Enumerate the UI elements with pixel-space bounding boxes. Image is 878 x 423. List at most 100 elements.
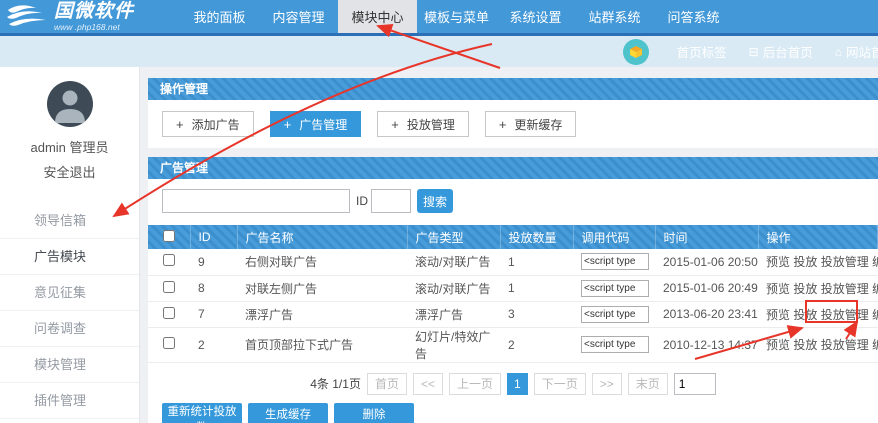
add-ad-button[interactable]: + 添加广告 bbox=[162, 111, 254, 137]
edit-link[interactable]: 编辑 bbox=[872, 282, 878, 296]
brand[interactable]: 国微软件 www .php168.net bbox=[0, 0, 180, 33]
col-header-ops: 操作 bbox=[758, 225, 878, 249]
sidebar-menu: 领导信箱 广告模块 意见征集 问卷调查 模块管理 插件管理 在线访谈 bbox=[0, 203, 139, 423]
placement-manage-link[interactable]: 投放管理 bbox=[821, 255, 869, 269]
next-page-button[interactable]: 下一页 bbox=[534, 373, 586, 395]
cube-icon[interactable] bbox=[623, 39, 649, 65]
placement-manage-button[interactable]: + 投放管理 bbox=[377, 111, 469, 137]
nav-item-dashboard[interactable]: 我的面板 bbox=[180, 0, 259, 33]
ads-table: ID 广告名称 广告类型 投放数量 调用代码 时间 操作 9 右侧对联广告 滚 bbox=[148, 225, 878, 363]
admin-home-label: 后台首页 bbox=[763, 42, 813, 61]
nav-item-settings[interactable]: 系统设置 bbox=[496, 0, 575, 33]
sidebar-item-plugin-mgmt[interactable]: 插件管理 bbox=[0, 383, 139, 419]
sidebar-item-module-mgmt[interactable]: 模块管理 bbox=[0, 347, 139, 383]
placement-manage-link[interactable]: 投放管理 bbox=[821, 338, 869, 352]
preview-link[interactable]: 预览 bbox=[766, 282, 790, 296]
page-number-input[interactable] bbox=[674, 373, 716, 395]
embed-code-box[interactable] bbox=[581, 336, 649, 353]
id-label: ID bbox=[356, 194, 368, 208]
place-link[interactable]: 投放 bbox=[793, 255, 817, 269]
preview-link[interactable]: 预览 bbox=[766, 255, 790, 269]
ads-panel-title: 广告管理 bbox=[148, 157, 878, 179]
sub-bar: 首页标签 ⊟ 后台首页 ⌂ 网站首页 bbox=[0, 36, 878, 67]
edit-link[interactable]: 编辑 bbox=[872, 338, 878, 352]
row-checkbox[interactable] bbox=[163, 337, 175, 349]
pagination-summary: 4条 1/1页 bbox=[310, 375, 361, 392]
brand-name: 国微软件 bbox=[54, 2, 134, 21]
home-icon: ⌂ bbox=[835, 46, 842, 58]
main-content: 操作管理 + 添加广告 + 广告管理 + 投放管理 + 更新缓存 bbox=[148, 67, 878, 423]
wave-logo-icon bbox=[6, 4, 50, 30]
preview-link[interactable]: 预览 bbox=[766, 308, 790, 322]
sidebar-item-survey[interactable]: 问卷调查 bbox=[0, 311, 139, 347]
col-header-type: 广告类型 bbox=[407, 225, 500, 249]
plus-icon: + bbox=[499, 117, 507, 132]
keyword-input[interactable] bbox=[162, 189, 350, 213]
footer-buttons: 重新统计投放数 生成缓存 删除 bbox=[148, 403, 878, 423]
site-home-label: 网站首页 bbox=[846, 42, 878, 61]
row-checkbox[interactable] bbox=[163, 307, 175, 319]
logout-link[interactable]: 安全退出 bbox=[0, 162, 139, 181]
search-row: ID 搜索 bbox=[148, 179, 878, 213]
preview-link[interactable]: 预览 bbox=[766, 338, 790, 352]
sidebar-item-opinion[interactable]: 意见征集 bbox=[0, 275, 139, 311]
nav-item-content[interactable]: 内容管理 bbox=[259, 0, 338, 33]
avatar bbox=[47, 81, 93, 127]
fast-next-button[interactable]: >> bbox=[592, 373, 622, 395]
place-link[interactable]: 投放 bbox=[793, 308, 817, 322]
sidebar-item-leader-mailbox[interactable]: 领导信箱 bbox=[0, 203, 139, 239]
top-navbar: 国微软件 www .php168.net 我的面板 内容管理 模块中心 模板与菜… bbox=[0, 0, 878, 33]
col-header-name: 广告名称 bbox=[237, 225, 407, 249]
embed-code-box[interactable] bbox=[581, 253, 649, 270]
sidebar-item-online-interview[interactable]: 在线访谈 bbox=[0, 419, 139, 423]
homepage-tags-label: 首页标签 bbox=[677, 42, 727, 61]
table-row: 8 对联左侧广告 滚动/对联广告 1 2015-01-06 20:49 预览 投… bbox=[148, 275, 878, 301]
place-link[interactable]: 投放 bbox=[793, 282, 817, 296]
prev-page-button[interactable]: 上一页 bbox=[449, 373, 501, 395]
select-all-checkbox[interactable] bbox=[163, 230, 175, 242]
nav-item-templates[interactable]: 模板与菜单 bbox=[417, 0, 496, 33]
edit-link[interactable]: 编辑 bbox=[872, 255, 878, 269]
admin-page: 国微软件 www .php168.net 我的面板 内容管理 模块中心 模板与菜… bbox=[0, 0, 878, 423]
pagination: 4条 1/1页 首页 << 上一页 1 下一页 >> 末页 bbox=[148, 373, 878, 395]
table-row: 2 首页顶部拉下式广告 幻灯片/特效广告 2 2010-12-13 14:37 … bbox=[148, 327, 878, 362]
place-link[interactable]: 投放 bbox=[793, 338, 817, 352]
link-admin-home[interactable]: ⊟ 后台首页 bbox=[749, 42, 813, 61]
current-page-button[interactable]: 1 bbox=[507, 373, 528, 395]
col-header-id: ID bbox=[190, 225, 237, 249]
placement-manage-link[interactable]: 投放管理 bbox=[821, 282, 869, 296]
generate-cache-button[interactable]: 生成缓存 bbox=[248, 403, 328, 423]
first-page-button[interactable]: 首页 bbox=[367, 373, 407, 395]
actions-panel-title: 操作管理 bbox=[148, 78, 878, 100]
actions-panel: 操作管理 + 添加广告 + 广告管理 + 投放管理 + 更新缓存 bbox=[148, 78, 878, 148]
link-homepage-tags[interactable]: 首页标签 bbox=[677, 42, 727, 61]
row-checkbox[interactable] bbox=[163, 254, 175, 266]
nav-item-qa[interactable]: 问答系统 bbox=[654, 0, 733, 33]
ad-manage-button[interactable]: + 广告管理 bbox=[270, 111, 362, 137]
nav-menu: 我的面板 内容管理 模块中心 模板与菜单 系统设置 站群系统 问答系统 bbox=[180, 0, 733, 33]
edit-link[interactable]: 编辑 bbox=[872, 308, 878, 322]
user-name: admin 管理员 bbox=[0, 137, 139, 156]
plus-icon: + bbox=[284, 117, 292, 132]
table-row: 9 右侧对联广告 滚动/对联广告 1 2015-01-06 20:50 预览 投… bbox=[148, 249, 878, 275]
col-header-code: 调用代码 bbox=[573, 225, 655, 249]
id-input[interactable] bbox=[371, 189, 411, 213]
row-checkbox[interactable] bbox=[163, 281, 175, 293]
embed-code-box[interactable] bbox=[581, 306, 649, 323]
link-site-home[interactable]: ⌂ 网站首页 bbox=[835, 42, 878, 61]
fast-prev-button[interactable]: << bbox=[413, 373, 443, 395]
user-box: admin 管理员 安全退出 bbox=[0, 67, 139, 191]
embed-code-box[interactable] bbox=[581, 280, 649, 297]
refresh-cache-button[interactable]: + 更新缓存 bbox=[485, 111, 577, 137]
last-page-button[interactable]: 末页 bbox=[628, 373, 668, 395]
nav-item-modules[interactable]: 模块中心 bbox=[338, 0, 417, 33]
nav-item-sitegroup[interactable]: 站群系统 bbox=[575, 0, 654, 33]
ads-panel: 广告管理 ID 搜索 ID 广告名称 广告类型 投放数量 调用代码 时间 bbox=[148, 157, 878, 423]
delete-button[interactable]: 删除 bbox=[334, 403, 414, 423]
plus-icon: + bbox=[176, 117, 184, 132]
col-header-count: 投放数量 bbox=[500, 225, 573, 249]
search-button[interactable]: 搜索 bbox=[417, 189, 453, 213]
sidebar-item-ad-module[interactable]: 广告模块 bbox=[0, 239, 139, 275]
recount-placements-button[interactable]: 重新统计投放数 bbox=[162, 403, 242, 423]
placement-manage-link-highlighted[interactable]: 投放管理 bbox=[821, 308, 869, 322]
